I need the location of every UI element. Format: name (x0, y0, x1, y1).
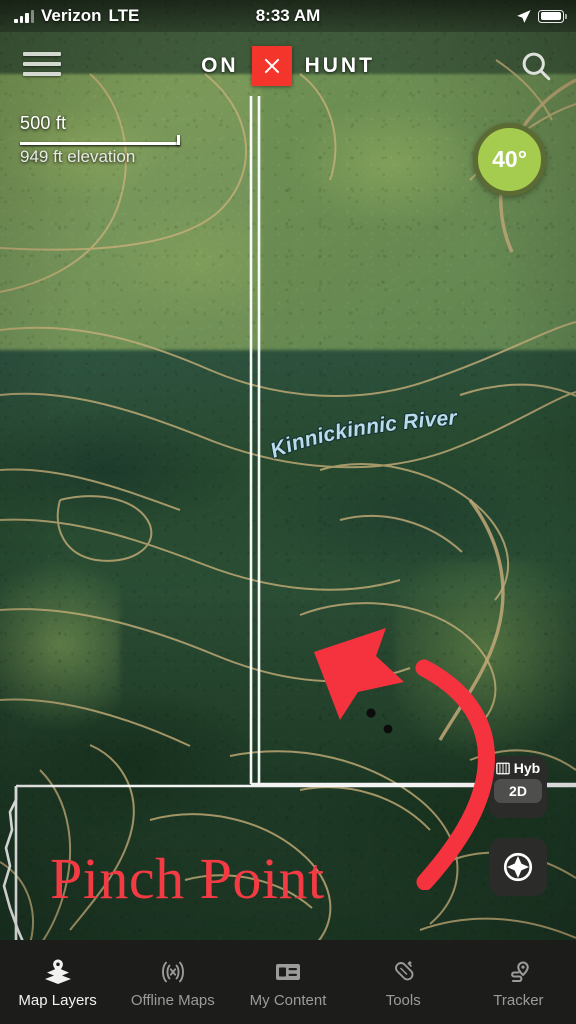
temperature-badge[interactable]: 40° (473, 123, 546, 196)
nav-label-map-layers: Map Layers (18, 991, 97, 1009)
status-bar-right (515, 8, 576, 25)
map-layer-control[interactable]: Hyb 2D (489, 756, 547, 818)
status-bar-left: Verizon LTE (0, 6, 139, 26)
nav-item-tools[interactable]: Tools (346, 940, 461, 1024)
location-arrow-icon (517, 9, 531, 23)
scale-bar-rule (20, 135, 180, 145)
nav-label-tracker: Tracker (493, 991, 544, 1009)
layer-control-row: Hyb (495, 760, 541, 776)
onx-hunt-map-screen: Kinnickinnic River Verizon LTE 8:33 AM O… (0, 0, 576, 1024)
offline-maps-icon (158, 956, 188, 986)
network-label: LTE (108, 6, 140, 25)
my-content-icon (273, 956, 303, 986)
compass-locate-icon[interactable] (489, 838, 547, 896)
tools-icon (388, 956, 418, 986)
nav-item-my-content[interactable]: My Content (230, 940, 345, 1024)
signal-bars-icon (14, 9, 34, 23)
search-icon[interactable] (518, 48, 554, 84)
nav-label-offline-maps: Offline Maps (130, 991, 215, 1009)
x-mark-icon (251, 46, 292, 86)
battery-icon (538, 9, 567, 23)
scale-bar: 500 ft 949 ft elevation (20, 113, 180, 167)
map-layers-book-icon (495, 762, 510, 774)
scale-bar-distance: 500 ft (20, 113, 67, 133)
nav-item-offline-maps[interactable]: Offline Maps (115, 940, 230, 1024)
app-header: ON HUNT (0, 32, 576, 100)
map-layers-icon (43, 956, 73, 986)
nav-item-map-layers[interactable]: Map Layers (0, 940, 115, 1024)
nav-item-tracker[interactable]: Tracker (461, 940, 576, 1024)
nav-label-tools: Tools (385, 991, 421, 1009)
layer-mode-label: Hyb (513, 760, 541, 776)
carrier-label: Verizon (41, 6, 102, 25)
status-bar: Verizon LTE 8:33 AM (0, 0, 576, 32)
dimension-toggle[interactable]: 2D (494, 779, 542, 803)
logo-prefix: ON (201, 54, 239, 77)
temperature-value: 40° (492, 146, 527, 172)
tracker-icon (503, 956, 533, 986)
logo-suffix: HUNT (304, 54, 375, 77)
nav-label-my-content: My Content (249, 991, 327, 1009)
dimension-label: 2D (509, 783, 527, 799)
elevation-readout: 949 ft elevation (20, 147, 136, 166)
bottom-navigation-bar: Map Layers Offline Maps My Content Tools… (0, 940, 576, 1024)
app-logo: ON HUNT (0, 46, 576, 86)
